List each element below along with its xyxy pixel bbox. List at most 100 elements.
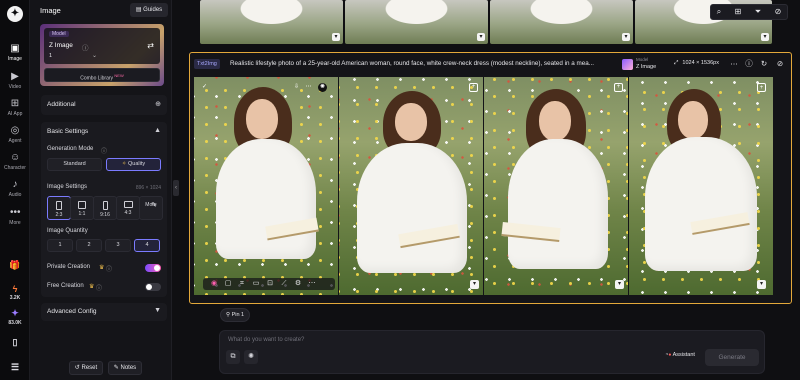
left-rail: ✦ ▣ Image ▶ Video ⊞ AI App ◎ Agent ☺ Cha… [0, 0, 30, 380]
add-icon[interactable]: + [469, 83, 478, 92]
search-icon[interactable]: ⌕ [714, 7, 724, 17]
edit-icon[interactable]: ▭ [251, 279, 261, 289]
erase-icon[interactable]: ⟋ [279, 279, 289, 289]
additional-section[interactable]: Additional ⊕ [41, 95, 167, 115]
crop-icon[interactable]: ⌗ [237, 279, 247, 289]
toggle-knob [154, 265, 160, 271]
rail-item-audio[interactable]: ♪ Audio [0, 180, 30, 199]
credit-gem[interactable]: ✦ 83.0K [0, 308, 30, 326]
top-toolbar: ⌕ ⊞ ⏷ ⊘ [710, 4, 788, 20]
expand-image-icon[interactable]: ⊡ [265, 279, 275, 289]
rail-item-agent[interactable]: ◎ Agent [0, 126, 30, 145]
private-creation-toggle[interactable] [145, 264, 161, 272]
upscale-icon[interactable]: ⚙ [293, 279, 303, 289]
filter-icon[interactable]: ⏷ [753, 7, 763, 17]
prompt-input[interactable]: What do you want to create? [228, 337, 304, 343]
download-icon[interactable]: ▾ [477, 33, 485, 41]
info-icon[interactable]: ⓘ [744, 59, 754, 69]
more-icon[interactable]: ⋯ [304, 83, 313, 92]
rail-item-more[interactable]: ••• More [0, 208, 30, 227]
advanced-config-section[interactable]: Advanced Config ▼ [41, 303, 167, 321]
quantity-1-option[interactable]: 1 [47, 239, 73, 252]
add-circle-icon[interactable]: ⊕ [155, 100, 161, 108]
image-toolbar: ◉ ▢ ⌗ ▭ ⊡ ⟋ ⚙ ⋯ [203, 278, 335, 290]
regenerate-icon[interactable]: ↻ [759, 59, 769, 69]
combo-library-button[interactable]: Combo Library NEW [44, 68, 160, 82]
generated-image[interactable]: ▾ [339, 77, 483, 295]
chevron-down-icon[interactable]: ▼ [154, 307, 161, 314]
model-card[interactable]: Model Z Image ⓘ 1 ⌄ ⇄ Combo Library NEW [40, 24, 164, 86]
ratio-1-1-option[interactable]: 1:1 [70, 196, 94, 220]
pin-chip[interactable]: ⚲ Pin 1 [220, 308, 251, 322]
model-selector[interactable]: Model Z Image ⓘ 1 ⌄ ⇄ [44, 28, 160, 64]
device-icon[interactable]: ▯ [0, 337, 30, 349]
quantity-3-option[interactable]: 3 [105, 239, 131, 252]
ratio-2-3-option[interactable]: 2:3 [47, 196, 71, 220]
model-avatar [622, 59, 633, 70]
chevron-up-icon[interactable]: ▲ [154, 127, 161, 134]
hide-icon[interactable]: ⊘ [775, 59, 785, 69]
download-icon[interactable]: ▾ [615, 280, 624, 289]
camera-icon[interactable]: ▢ [223, 279, 233, 289]
more-options-icon[interactable]: ⋯ [729, 59, 739, 69]
add-icon[interactable]: + [614, 83, 623, 92]
generated-image[interactable]: ▾ [484, 77, 628, 295]
panel-collapse-handle[interactable]: ‹ [173, 180, 179, 196]
generated-image[interactable]: ✓ ⇩ ⋯ ✺ ◉ ▢ ⌗ ▭ ⊡ ⟋ ⚙ ⋯ [194, 77, 338, 295]
guides-button[interactable]: ▤ Guides [130, 3, 168, 17]
rail-item-character[interactable]: ☺ Character [0, 153, 30, 172]
gift-icon[interactable]: 🎁 [0, 260, 30, 272]
swap-model-icon[interactable]: ⇄ [147, 41, 154, 50]
rail-item-ai-app[interactable]: ⊞ AI App [0, 99, 30, 118]
reset-button[interactable]: ↺ Reset [69, 361, 103, 375]
favorite-icon[interactable]: ◉ [209, 279, 219, 289]
grid-view-icon[interactable]: ⊞ [733, 7, 743, 17]
notes-button[interactable]: ✎ Notes [108, 361, 142, 375]
previous-image[interactable]: ▾ [345, 0, 488, 44]
previous-image[interactable]: ▾ [200, 0, 343, 44]
ratio-4-3-option[interactable]: 4:3 [116, 196, 140, 220]
add-icon[interactable]: + [757, 83, 766, 92]
ratio-9-16-option[interactable]: 9:16 [93, 196, 117, 220]
quantity-4-option[interactable]: 4 [134, 239, 160, 252]
menu-icon[interactable]: ☰ [0, 362, 30, 374]
app-logo-icon[interactable]: ✦ [7, 6, 23, 22]
generate-button[interactable]: Generate [705, 349, 759, 366]
settings-icon[interactable]: ✺ [318, 83, 327, 92]
download-icon[interactable]: ▾ [761, 33, 769, 41]
assistant-label: Assistant [672, 352, 695, 358]
rail-item-image[interactable]: ▣ Image [0, 44, 30, 63]
credit-bolt[interactable]: ϟ 3.2K [0, 284, 30, 301]
expand-icon[interactable]: ⤢ [674, 60, 678, 66]
prompt-composer[interactable]: What do you want to create? ⧉ ✺ ◔● Assis… [219, 330, 765, 374]
mode-quality-option[interactable]: ✧ Quality [106, 158, 161, 171]
more-icon[interactable]: ⋯ [307, 279, 317, 289]
image-quantity-label: Image Quantity [47, 228, 88, 234]
notes-label: Notes [120, 365, 137, 371]
quantity-label: 3 [116, 242, 120, 248]
mode-standard-option[interactable]: Standard [47, 158, 102, 171]
previous-image[interactable]: ▾ [490, 0, 633, 44]
settings-icon[interactable]: ✺ [244, 350, 258, 364]
check-icon[interactable]: ✓ [200, 83, 209, 92]
download-icon[interactable]: ▾ [332, 33, 340, 41]
rail-item-video[interactable]: ▶ Video [0, 72, 30, 91]
ratio-more-option[interactable]: ✎ More [139, 196, 163, 220]
generation-card[interactable]: Txt2Img Realistic lifestyle photo of a 2… [189, 52, 792, 304]
download-icon[interactable]: ▾ [622, 33, 630, 41]
prompt-text[interactable]: Realistic lifestyle photo of a 25-year-o… [230, 59, 618, 69]
rail-item-label: Audio [8, 192, 22, 198]
quantity-2-option[interactable]: 2 [76, 239, 102, 252]
image-upload-icon[interactable]: ⧉ [226, 350, 240, 364]
download-icon[interactable]: ▾ [757, 280, 766, 289]
assistant-toggle[interactable]: ◔● Assistant [665, 352, 695, 358]
generated-image[interactable]: + ▾ [629, 77, 773, 295]
model-name: Z Image [49, 42, 73, 49]
free-creation-toggle[interactable] [145, 283, 161, 291]
download-icon[interactable]: ▾ [470, 280, 479, 289]
chevron-down-icon[interactable]: ⌄ [92, 52, 97, 59]
credit-value: 3.2K [9, 295, 21, 301]
download-icon[interactable]: ⇩ [292, 83, 301, 92]
rail-item-label: Video [8, 84, 22, 90]
hide-icon[interactable]: ⊘ [773, 7, 783, 17]
